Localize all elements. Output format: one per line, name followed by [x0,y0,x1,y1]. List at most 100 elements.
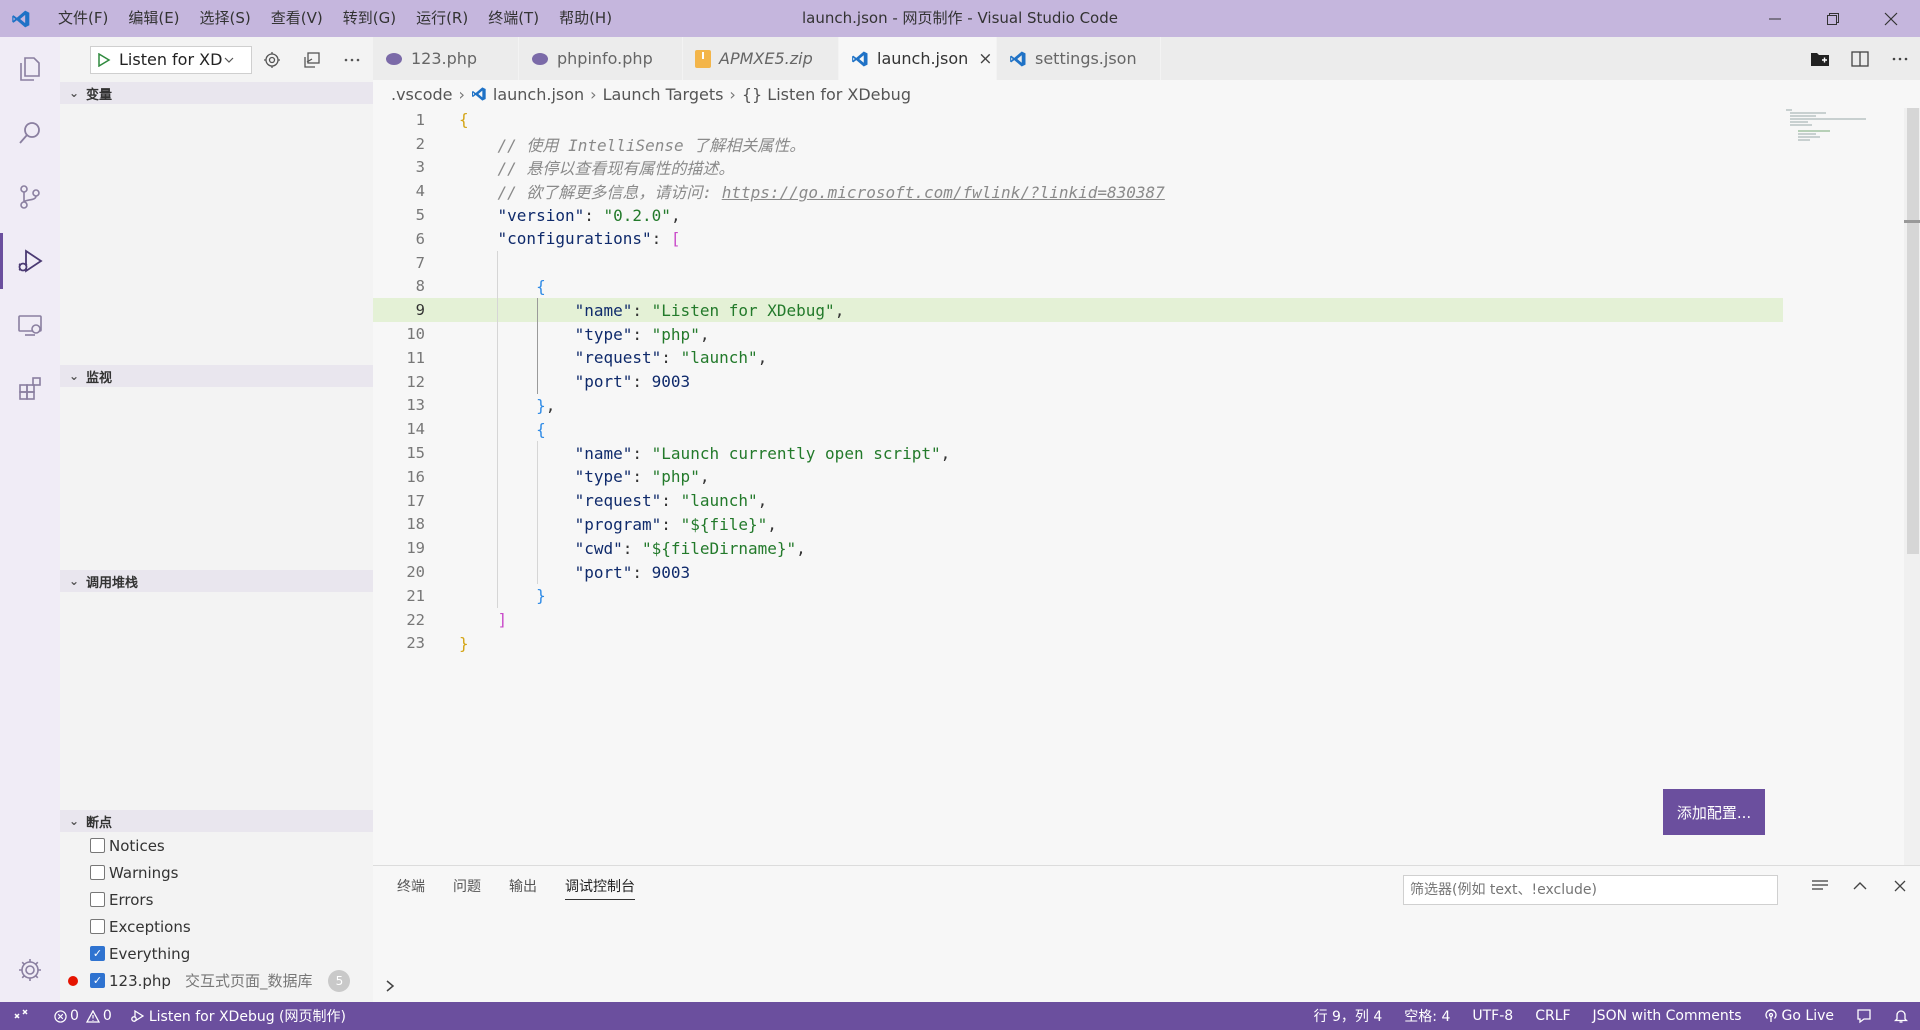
split-editor-icon[interactable] [1840,50,1880,67]
breadcrumb-node-2[interactable]: {} Listen for XDebug [742,85,911,104]
maximize-panel-icon[interactable] [1840,881,1880,891]
checkbox-checked[interactable]: ✓ [90,973,105,988]
problems-status[interactable]: 0 0 [54,1008,112,1024]
indentation[interactable]: 空格: 4 [1404,1006,1450,1026]
cursor-position[interactable]: 行 9，列 4 [1314,1006,1383,1026]
language-mode[interactable]: JSON with Comments [1593,1008,1742,1024]
watch-section-header[interactable]: ⌄ 监视 [60,365,373,387]
line-ending[interactable]: CRLF [1535,1008,1570,1024]
code-line[interactable]: 7 [373,251,1783,275]
go-live-button[interactable]: Go Live [1764,1008,1834,1024]
console-prompt-chevron-icon[interactable] [385,978,395,997]
explorer-icon[interactable] [0,37,60,101]
code-line[interactable]: 9 "name": "Listen for XDebug", [373,298,1783,323]
breakpoint-everything[interactable]: ✓ Everything [60,940,373,967]
add-configuration-button[interactable]: 添加配置... [1663,789,1765,835]
more-actions-icon[interactable] [1880,57,1920,61]
close-icon[interactable]: × [978,49,992,69]
breadcrumb-node-1[interactable]: Launch Targets [603,85,724,104]
menu-file[interactable]: 文件(F) [48,0,118,37]
checkbox[interactable] [90,892,105,907]
tab-terminal[interactable]: 终端 [397,866,425,906]
settings-gear-icon[interactable] [0,944,60,996]
code-line[interactable]: 8 { [373,275,1783,299]
breakpoints-section-header[interactable]: ⌄ 断点 [60,810,373,832]
code-line[interactable]: 11 "request": "launch", [373,346,1783,370]
remote-explorer-icon[interactable] [0,293,60,357]
breakpoint-file[interactable]: ✓ 123.php 交互式页面_数据库 5 [60,967,373,994]
extensions-icon[interactable] [0,357,60,421]
debug-session-status[interactable]: Listen for XDebug (网页制作) [130,1006,346,1026]
code-line[interactable]: 20 "port": 9003 [373,560,1783,584]
code-line[interactable]: 2 // 使用 IntelliSense 了解相关属性。 [373,132,1783,156]
code-line[interactable]: 14 { [373,417,1783,441]
run-debug-icon[interactable] [0,229,60,293]
menu-edit[interactable]: 编辑(E) [118,0,189,37]
variables-section-header[interactable]: ⌄ 变量 [60,82,373,104]
editor-scrollbar[interactable] [1904,108,1920,865]
code-line[interactable]: 3 // 悬停以查看现有属性的描述。 [373,156,1783,180]
more-actions-icon[interactable] [332,46,372,74]
scrollbar-thumb[interactable] [1907,108,1919,554]
code-line[interactable]: 19 "cwd": "${fileDirname}", [373,536,1783,560]
menu-help[interactable]: 帮助(H) [549,0,622,37]
open-launch-json-gear-icon[interactable] [252,46,292,74]
breakpoint-notices[interactable]: Notices [60,832,373,859]
checkbox-checked[interactable]: ✓ [90,946,105,961]
debug-config-select[interactable]: Listen for XDe [90,45,252,74]
code-line[interactable]: 23} [373,632,1783,656]
restore-button[interactable] [1804,0,1862,37]
encoding[interactable]: UTF-8 [1472,1008,1513,1024]
checkbox[interactable] [90,865,105,880]
code-line[interactable]: 15 "name": "Launch currently open script… [373,441,1783,465]
checkbox[interactable] [90,838,105,853]
feedback-icon[interactable] [1856,1008,1872,1024]
code-line[interactable]: 10 "type": "php", [373,322,1783,346]
search-icon[interactable] [0,101,60,165]
notifications-bell-icon[interactable] [1894,1008,1908,1024]
tab-output[interactable]: 输出 [509,866,537,906]
code-line[interactable]: 12 "port": 9003 [373,370,1783,394]
menu-selection[interactable]: 选择(S) [190,0,261,37]
menu-terminal[interactable]: 终端(T) [478,0,549,37]
menu-view[interactable]: 查看(V) [261,0,333,37]
menu-run[interactable]: 运行(R) [406,0,478,37]
new-folder-icon[interactable] [1800,51,1840,67]
debug-console-icon[interactable] [292,46,332,74]
code-line[interactable]: 5 "version": "0.2.0", [373,203,1783,227]
close-panel-icon[interactable] [1880,880,1920,892]
close-window-button[interactable] [1862,0,1920,37]
code-line[interactable]: 17 "request": "launch", [373,489,1783,513]
code-line[interactable]: 13 }, [373,394,1783,418]
breadcrumb-file[interactable]: launch.json [493,85,584,104]
breakpoint-errors[interactable]: Errors [60,886,373,913]
minimap[interactable] [1786,108,1876,168]
code-editor[interactable]: 1{2 // 使用 IntelliSense 了解相关属性。 3 // 悬停以查看… [373,108,1920,865]
breadcrumb-folder[interactable]: .vscode [391,85,452,104]
source-control-icon[interactable] [0,165,60,229]
minimize-button[interactable] [1746,0,1804,37]
tab-launch-json[interactable]: launch.json × [839,37,997,80]
tab-debug-console[interactable]: 调试控制台 [565,866,635,906]
clear-console-icon[interactable] [1800,879,1840,893]
tab-123-php[interactable]: 123.php [373,37,519,80]
code-line[interactable]: 22 ] [373,608,1783,632]
breakpoint-warnings[interactable]: Warnings [60,859,373,886]
tab-problems[interactable]: 问题 [453,866,481,906]
code-line[interactable]: 21 } [373,584,1783,608]
code-line[interactable]: 4 // 欲了解更多信息，请访问: https://go.microsoft.c… [373,179,1783,203]
tab-apmxe5-zip[interactable]: APMXE5.zip [683,37,839,80]
menu-go[interactable]: 转到(G) [333,0,406,37]
code-line[interactable]: 18 "program": "${file}", [373,513,1783,537]
checkbox[interactable] [90,919,105,934]
code-line[interactable]: 1{ [373,108,1783,132]
tab-phpinfo-php[interactable]: phpinfo.php [519,37,683,80]
remote-indicator-icon[interactable] [0,1002,42,1030]
start-debugging-icon[interactable] [97,52,111,67]
breakpoint-exceptions[interactable]: Exceptions [60,913,373,940]
tab-settings-json[interactable]: settings.json [997,37,1161,80]
debug-console-filter-input[interactable] [1403,875,1778,905]
code-line[interactable]: 16 "type": "php", [373,465,1783,489]
callstack-section-header[interactable]: ⌄ 调用堆栈 [60,570,373,592]
code-line[interactable]: 6 "configurations": [ [373,227,1783,251]
